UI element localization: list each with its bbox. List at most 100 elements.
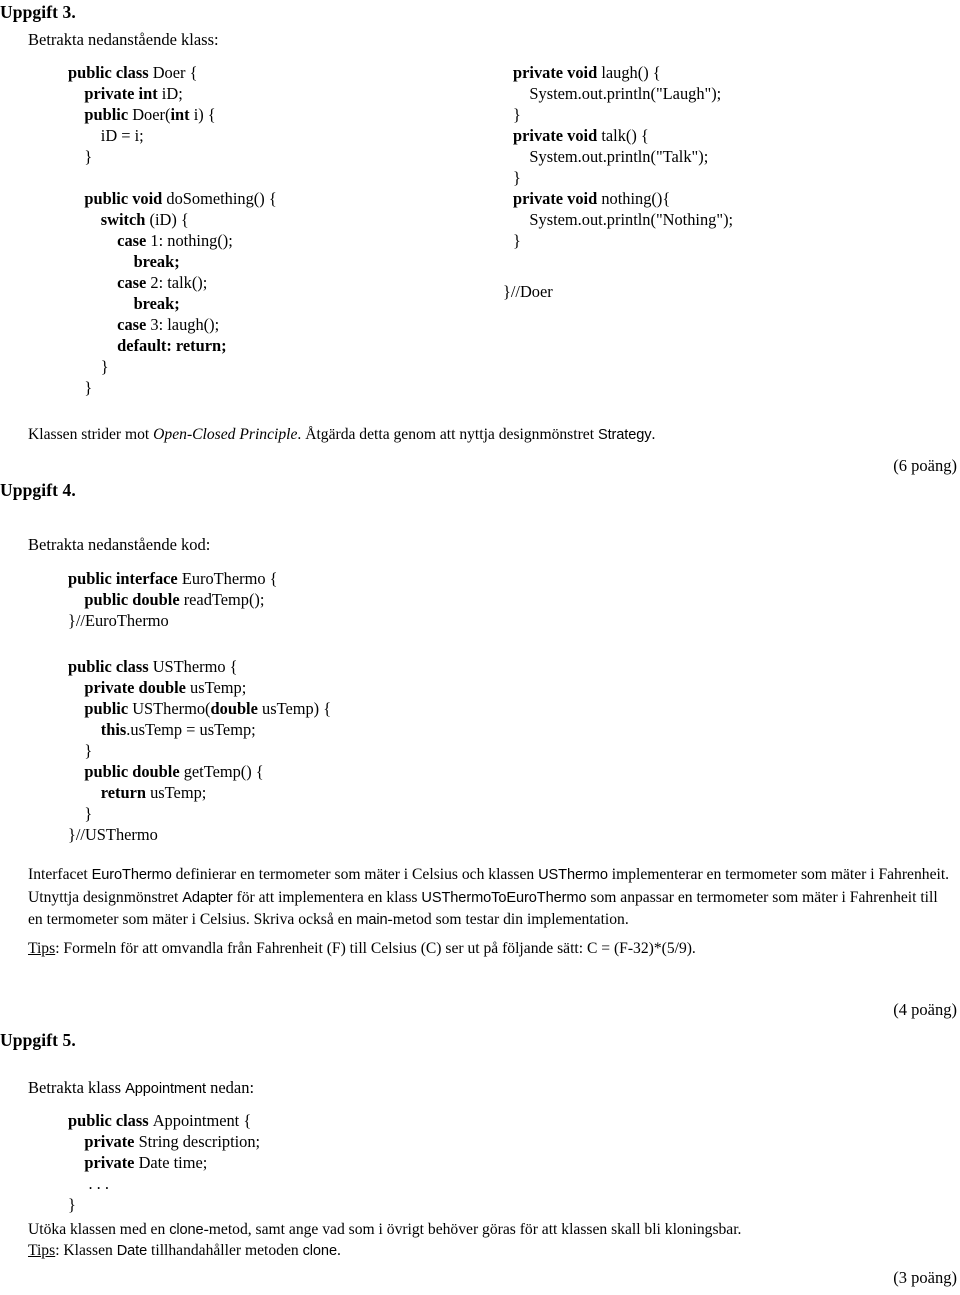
code-text: } <box>513 231 521 250</box>
task3-points: (6 poäng) <box>893 456 957 475</box>
code-line: } <box>68 803 331 824</box>
code-line: } <box>513 230 733 251</box>
code-line: private String description; <box>68 1131 260 1152</box>
body-text: tillhandahåller metoden <box>147 1242 303 1259</box>
code-line: public class Doer { <box>68 62 277 83</box>
code-text: getTemp() { <box>183 762 264 781</box>
code-text: System.out.println("Laugh"); <box>513 84 722 103</box>
code-text: } <box>68 804 93 823</box>
code-line: default: return; <box>68 335 277 356</box>
body-text: nedan: <box>205 1078 255 1097</box>
task5-heading: Uppgift 5. <box>0 1030 76 1050</box>
code-line: private void nothing(){ <box>513 188 733 209</box>
code-keyword: public void <box>68 189 167 208</box>
code-line: case 1: nothing(); <box>68 230 277 251</box>
code-text: Appointment { <box>152 1111 252 1130</box>
code-line: } <box>68 1194 260 1215</box>
code-line: break; <box>68 251 277 272</box>
code-text: iD; <box>161 84 183 103</box>
code-text: .usTemp = usTemp; <box>126 720 256 739</box>
code-keyword: int <box>170 105 194 124</box>
code-text: USThermo( <box>132 699 211 718</box>
task3-intro: Betrakta nedanstående klass: <box>28 30 219 49</box>
task3-code-right-close: }//Doer <box>503 282 553 301</box>
code-identifier: Strategy <box>597 427 652 443</box>
code-line: System.out.println("Talk"); <box>513 146 733 167</box>
code-line: } <box>68 146 277 167</box>
code-line: this.usTemp = usTemp; <box>68 719 331 740</box>
code-text: USThermo { <box>152 657 238 676</box>
code-text: } <box>68 741 93 760</box>
task3-code-left: public class Doer { private int iD; publ… <box>68 62 277 398</box>
code-keyword: break; <box>68 252 180 271</box>
code-keyword: case <box>68 315 151 334</box>
code-text: } <box>513 168 521 187</box>
code-line: public Doer(int i) { <box>68 104 277 125</box>
code-text: i) { <box>193 105 216 124</box>
task5-code: public class Appointment { private Strin… <box>68 1110 260 1215</box>
body-text: Betrakta klass <box>28 1078 126 1097</box>
tips-label: Tips <box>28 940 56 957</box>
code-line: } <box>68 356 277 377</box>
code-keyword: double <box>210 699 262 718</box>
code-line: }//USThermo <box>68 824 331 845</box>
task4-body: Interfacet EuroThermo definierar en term… <box>28 864 952 932</box>
code-text: } <box>68 378 93 397</box>
task4-code-class: public class USThermo { private double u… <box>68 656 331 845</box>
code-keyword: public class <box>68 63 153 82</box>
code-text: EuroThermo { <box>181 569 278 588</box>
code-identifier: Adapter <box>182 889 233 906</box>
code-text: } <box>68 1195 76 1214</box>
code-keyword: private void <box>513 63 602 82</box>
code-line: public class Appointment { <box>68 1110 260 1131</box>
code-line: public double getTemp() { <box>68 761 331 782</box>
task5-tips: Tips: Klassen Date tillhandahåller metod… <box>28 1240 958 1263</box>
code-identifier: clone <box>169 1222 204 1238</box>
code-keyword: private int <box>68 84 162 103</box>
body-text: . Åtgärda detta genom att nyttja designm… <box>297 426 598 443</box>
code-keyword: switch <box>68 210 150 229</box>
body-text: Interfacet <box>28 866 92 883</box>
code-identifier: USThermo <box>538 867 608 883</box>
code-identifier: main <box>356 912 388 928</box>
task5-intro: Betrakta klass Appointment nedan: <box>28 1078 254 1098</box>
task5-points: (3 poäng) <box>893 1268 957 1287</box>
code-text: usTemp; <box>150 783 207 802</box>
code-line: System.out.println("Laugh"); <box>513 83 733 104</box>
body-text: -metod som testar din implementation. <box>387 911 629 928</box>
code-line: public interface EuroThermo { <box>68 568 278 589</box>
code-line: } <box>513 167 733 188</box>
code-text: Date time; <box>138 1153 208 1172</box>
code-keyword: this <box>68 720 127 739</box>
code-keyword: public <box>68 699 133 718</box>
code-text: 2: talk(); <box>150 273 208 292</box>
code-keyword: public <box>68 105 133 124</box>
code-keyword: private double <box>68 678 191 697</box>
code-line: private double usTemp; <box>68 677 331 698</box>
code-line: switch (iD) { <box>68 209 277 230</box>
code-line: private void laugh() { <box>513 62 733 83</box>
code-keyword: case <box>68 273 151 292</box>
body-text: Klassen strider mot <box>28 426 154 443</box>
code-keyword: public double <box>68 762 184 781</box>
code-identifier: Date <box>116 1243 148 1259</box>
code-text: 3: laugh(); <box>150 315 220 334</box>
code-identifier: Appointment <box>125 1081 206 1097</box>
body-text: -metod, samt ange vad som i övrigt behöv… <box>203 1221 742 1238</box>
task4-points: (4 poäng) <box>893 1000 957 1019</box>
code-line: case 2: talk(); <box>68 272 277 293</box>
body-text: definierar en termometer som mäter i Cel… <box>171 866 539 883</box>
code-text: laugh() { <box>601 63 661 82</box>
body-text: : Klassen <box>55 1242 117 1259</box>
code-identifier: clone <box>302 1243 337 1259</box>
code-text: } <box>68 147 93 166</box>
code-keyword: private <box>68 1153 139 1172</box>
code-line: case 3: laugh(); <box>68 314 277 335</box>
code-text: usTemp; <box>190 678 247 697</box>
code-line: } <box>68 377 277 398</box>
code-line: iD = i; <box>68 125 277 146</box>
code-text: . . . <box>68 1174 109 1193</box>
code-identifier: EuroThermo <box>91 867 172 883</box>
code-text: }//EuroThermo <box>68 611 169 630</box>
body-text: för att implementera en klass <box>232 888 422 906</box>
